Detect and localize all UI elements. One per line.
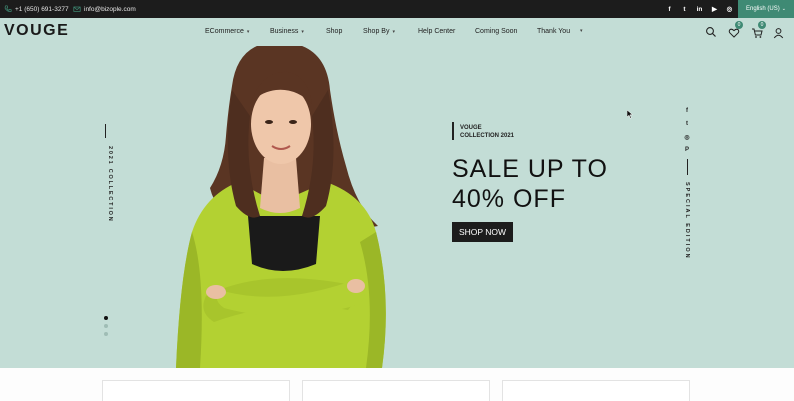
topbar-socials: f t in ▶ ◎	[666, 0, 733, 18]
wishlist-button[interactable]: 0	[728, 21, 743, 38]
hero-headline: SALE UP TO 40% OFF	[452, 154, 608, 214]
twitter-icon[interactable]: t	[681, 6, 688, 13]
feature-card	[502, 380, 690, 401]
account-button[interactable]	[773, 26, 785, 39]
twitter-icon[interactable]: t	[683, 121, 691, 134]
chevron-down-icon: ⌄	[781, 6, 786, 12]
slider-dot-active[interactable]	[104, 316, 108, 320]
shop-now-button[interactable]: SHOP NOW	[452, 222, 513, 242]
cart-count-badge: 0	[758, 21, 766, 29]
instagram-icon[interactable]: ◎	[726, 5, 733, 13]
mouse-cursor-icon	[627, 110, 634, 119]
divider	[105, 124, 106, 138]
instagram-icon[interactable]: ◎	[683, 134, 691, 147]
user-icon	[773, 28, 784, 39]
site-header: VOUGE ECommerce ▾ Business ▾ Shop Shop By ▾…	[0, 18, 794, 46]
top-bar: +1 (650) 691-3277 info@bizople.com f t i…	[0, 0, 794, 18]
cart-button[interactable]: 0	[751, 21, 766, 38]
facebook-icon[interactable]: f	[666, 6, 673, 13]
youtube-icon[interactable]: ▶	[711, 5, 718, 13]
side-socials: f t ◎ P	[683, 108, 691, 160]
language-label: English (US)	[746, 6, 780, 12]
slider-dots	[104, 316, 108, 340]
side-collection-label: 2021 COLLECTION	[107, 146, 113, 223]
divider	[687, 159, 688, 175]
phone-contact[interactable]: +1 (650) 691-3277	[4, 0, 69, 18]
feature-card	[302, 380, 490, 401]
hero-model-image	[176, 46, 386, 368]
side-edition-label: SPECIAL EDITION	[684, 182, 690, 260]
feature-card	[102, 380, 290, 401]
slider-dot[interactable]	[104, 324, 108, 328]
email-contact[interactable]: info@bizople.com	[73, 0, 136, 18]
divider	[452, 122, 454, 140]
facebook-icon[interactable]: f	[683, 108, 691, 121]
collection-tag-brand: VOUGE	[460, 125, 482, 131]
language-selector[interactable]: English (US) ⌄	[738, 0, 794, 18]
collection-tag-year: COLLECTION 2021	[460, 133, 515, 139]
search-icon[interactable]	[705, 26, 717, 38]
hero-banner: 2021 COLLECTION VOUGE COLLECTION 2021 SA…	[0, 46, 794, 368]
collection-tag: VOUGE COLLECTION 2021	[460, 124, 514, 140]
wishlist-count-badge: 0	[735, 21, 743, 29]
hero-headline-line2: 40% OFF	[452, 185, 566, 213]
hero-headline-line1: SALE UP TO	[452, 155, 608, 183]
phone-number: +1 (650) 691-3277	[15, 5, 69, 13]
linkedin-icon[interactable]: in	[696, 6, 703, 13]
mail-icon	[73, 6, 81, 12]
feature-cards-section	[0, 368, 794, 401]
phone-icon	[4, 5, 12, 12]
email-address: info@bizople.com	[84, 5, 136, 13]
header-actions: 0 0	[0, 21, 794, 40]
slider-dot[interactable]	[104, 332, 108, 336]
